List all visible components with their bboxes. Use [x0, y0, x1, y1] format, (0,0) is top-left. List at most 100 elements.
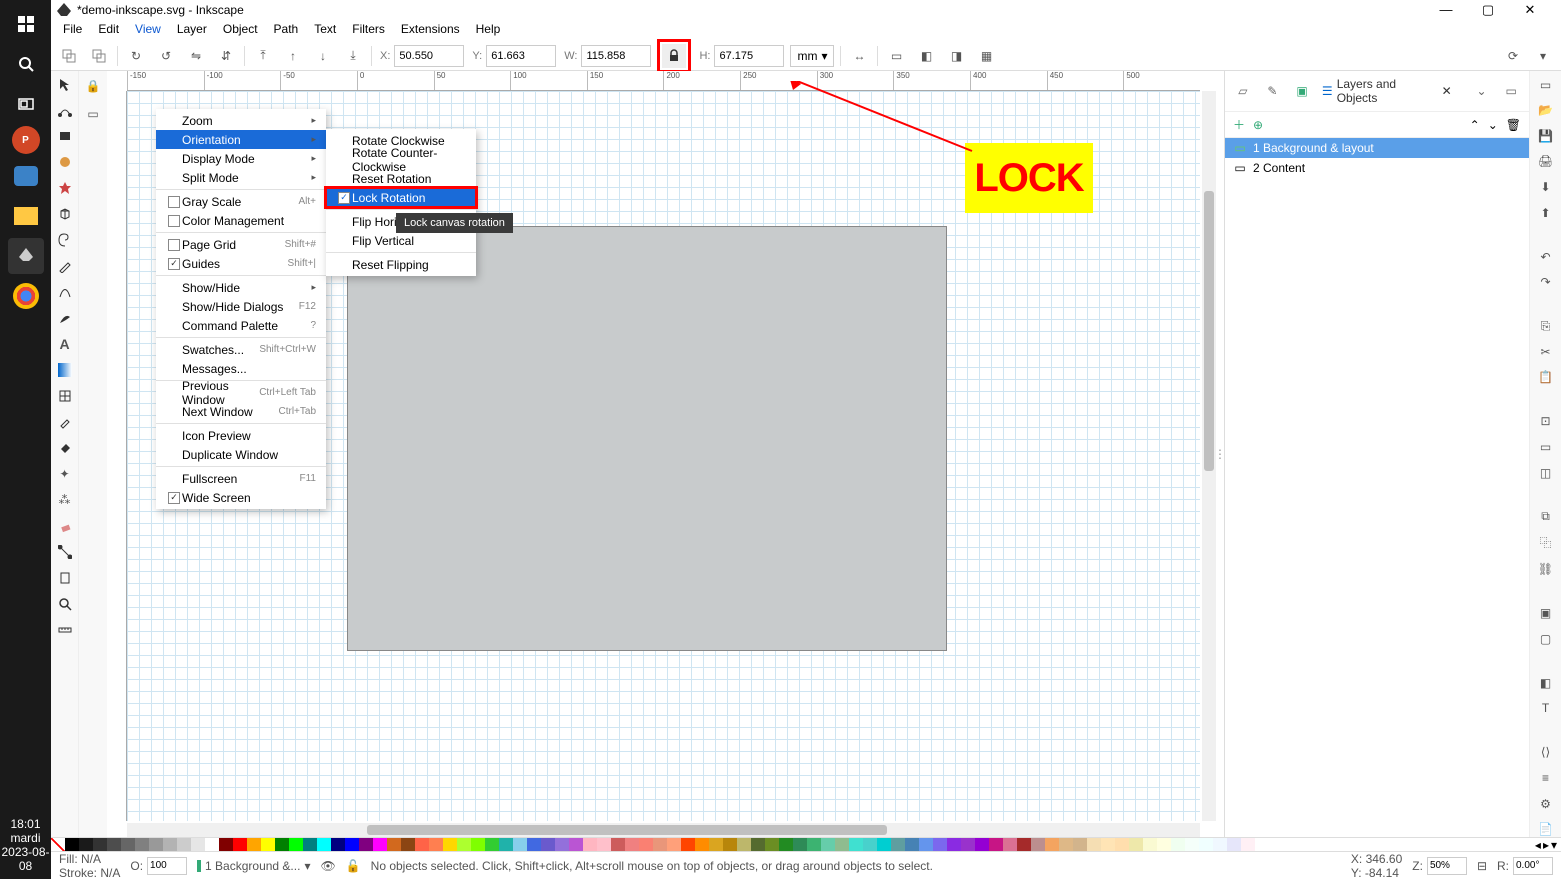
docprops-icon[interactable]: 📄 [1535, 821, 1557, 837]
swatch[interactable] [331, 838, 345, 851]
y-input[interactable] [486, 45, 556, 67]
cut-icon[interactable]: ✂ [1535, 344, 1557, 360]
obj-tab-icon[interactable]: ▣ [1292, 81, 1312, 101]
swatch[interactable] [947, 838, 961, 851]
palette-menu-icon[interactable]: ▾ [1551, 838, 1557, 852]
swatch[interactable] [1073, 838, 1087, 851]
panel-menu-chevron-icon[interactable]: ⌄ [1472, 81, 1492, 101]
swatch[interactable] [737, 838, 751, 851]
3dbox-tool[interactable] [54, 203, 76, 225]
swatch[interactable] [149, 838, 163, 851]
swatch[interactable] [233, 838, 247, 851]
visibility-icon[interactable]: 👁 [320, 859, 335, 873]
swatch[interactable] [653, 838, 667, 851]
menu-swatches[interactable]: Swatches...Shift+Ctrl+W [156, 340, 326, 359]
swatch[interactable] [163, 838, 177, 851]
menu-next-window[interactable]: Next WindowCtrl+Tab [156, 402, 326, 421]
swatch[interactable] [359, 838, 373, 851]
menu-fullscreen[interactable]: FullscreenF11 [156, 469, 326, 488]
swatch[interactable] [513, 838, 527, 851]
xml-icon[interactable]: ⟨⟩ [1535, 745, 1557, 761]
pencil-tool[interactable] [54, 255, 76, 277]
flip-v-icon[interactable]: ⇵ [214, 44, 238, 68]
swatch[interactable] [919, 838, 933, 851]
delete-layer-icon[interactable]: 🗑 [1506, 118, 1521, 132]
duplicate-icon[interactable]: ⧉ [1535, 509, 1557, 525]
swatch[interactable] [93, 838, 107, 851]
swatch[interactable] [1101, 838, 1115, 851]
menu-layer[interactable]: Layer [171, 20, 213, 38]
menu-color-mgmt[interactable]: Color Management [156, 211, 326, 230]
menu-show-hide-dialogs[interactable]: Show/Hide DialogsF12 [156, 297, 326, 316]
menu-file[interactable]: File [57, 20, 88, 38]
print-icon[interactable]: 🖨 [1535, 154, 1557, 170]
swatch[interactable] [247, 838, 261, 851]
textfont-icon[interactable]: T [1535, 701, 1557, 717]
close-tab-icon[interactable]: ✕ [1442, 84, 1452, 98]
scrollbar-vertical[interactable] [1202, 91, 1216, 821]
zoom-input[interactable] [1427, 857, 1467, 875]
swatch[interactable] [205, 838, 219, 851]
swatch[interactable] [807, 838, 821, 851]
swatch[interactable] [107, 838, 121, 851]
tb-layers2-icon[interactable] [87, 44, 111, 68]
swatch[interactable] [1059, 838, 1073, 851]
scale-corners-icon[interactable]: ◧ [914, 44, 938, 68]
menu-zoom[interactable]: Zoom▸ [156, 111, 326, 130]
connector-tool[interactable] [54, 541, 76, 563]
submenu-reset-rotation[interactable]: Reset Rotation [326, 169, 476, 188]
scale-stroke-icon[interactable]: ▭ [884, 44, 908, 68]
swatch[interactable] [429, 838, 443, 851]
menu-filters[interactable]: Filters [346, 20, 391, 38]
swatch[interactable] [1213, 838, 1227, 851]
measure-tool[interactable] [54, 619, 76, 641]
swatch[interactable] [1045, 838, 1059, 851]
menu-help[interactable]: Help [470, 20, 507, 38]
circle-tool[interactable] [54, 151, 76, 173]
swatch[interactable] [275, 838, 289, 851]
swatch[interactable] [1115, 838, 1129, 851]
swatch[interactable] [569, 838, 583, 851]
submenu-flip-v[interactable]: Flip Vertical [326, 231, 476, 250]
taskview-icon[interactable] [8, 86, 44, 122]
swatch[interactable] [1143, 838, 1157, 851]
lock-ratio-button[interactable] [662, 44, 686, 68]
selector-tool[interactable] [54, 73, 76, 95]
swatch[interactable] [443, 838, 457, 851]
add-sublayer-icon[interactable]: ⊕ [1253, 118, 1263, 132]
swatch[interactable] [219, 838, 233, 851]
menu-view[interactable]: View [129, 20, 167, 38]
panel-splitter[interactable]: ⋮ [1216, 71, 1224, 837]
swatch[interactable] [415, 838, 429, 851]
layers-tab[interactable]: ☰ Layers and Objects ✕ [1322, 77, 1452, 105]
ruler-horizontal[interactable]: -150-100-5005010015020025030035040045050… [127, 71, 1200, 91]
swatch[interactable] [625, 838, 639, 851]
swatch[interactable] [905, 838, 919, 851]
clone-icon[interactable]: ⿻ [1535, 534, 1557, 551]
status-layer[interactable]: 1 Background &...▾ [197, 859, 310, 873]
swatch[interactable] [1199, 838, 1213, 851]
zoom-draw-icon[interactable]: ◫ [1535, 465, 1557, 481]
prefs-icon[interactable]: ⚙ [1535, 796, 1557, 812]
swatch[interactable] [639, 838, 653, 851]
swatch[interactable] [695, 838, 709, 851]
fillstroke-icon[interactable]: ◧ [1535, 675, 1557, 691]
explorer-icon[interactable] [8, 158, 44, 194]
lpe-tool[interactable] [54, 567, 76, 589]
add-layer-icon[interactable]: ＋ [1233, 116, 1245, 133]
swatch[interactable] [499, 838, 513, 851]
inkscape-taskbar-icon[interactable] [8, 238, 44, 274]
scale-gradient-icon[interactable]: ◨ [944, 44, 968, 68]
submenu-reset-flipping[interactable]: Reset Flipping [326, 255, 476, 274]
spray-tool[interactable]: ⁂ [54, 489, 76, 511]
panel-detach-icon[interactable]: ▭ [1501, 81, 1521, 101]
scale-pattern-icon[interactable]: ▦ [974, 44, 998, 68]
toolbar-overflow-icon[interactable]: ⟳ [1501, 44, 1525, 68]
swatch[interactable] [597, 838, 611, 851]
scrollbar-horizontal[interactable] [127, 823, 1200, 837]
menu-show-hide[interactable]: Show/Hide▸ [156, 278, 326, 297]
swatch[interactable] [345, 838, 359, 851]
menu-prev-window[interactable]: Previous WindowCtrl+Left Tab [156, 383, 326, 402]
minimize-button[interactable]: — [1431, 2, 1461, 18]
ungroup-icon[interactable]: ▢ [1535, 631, 1557, 647]
